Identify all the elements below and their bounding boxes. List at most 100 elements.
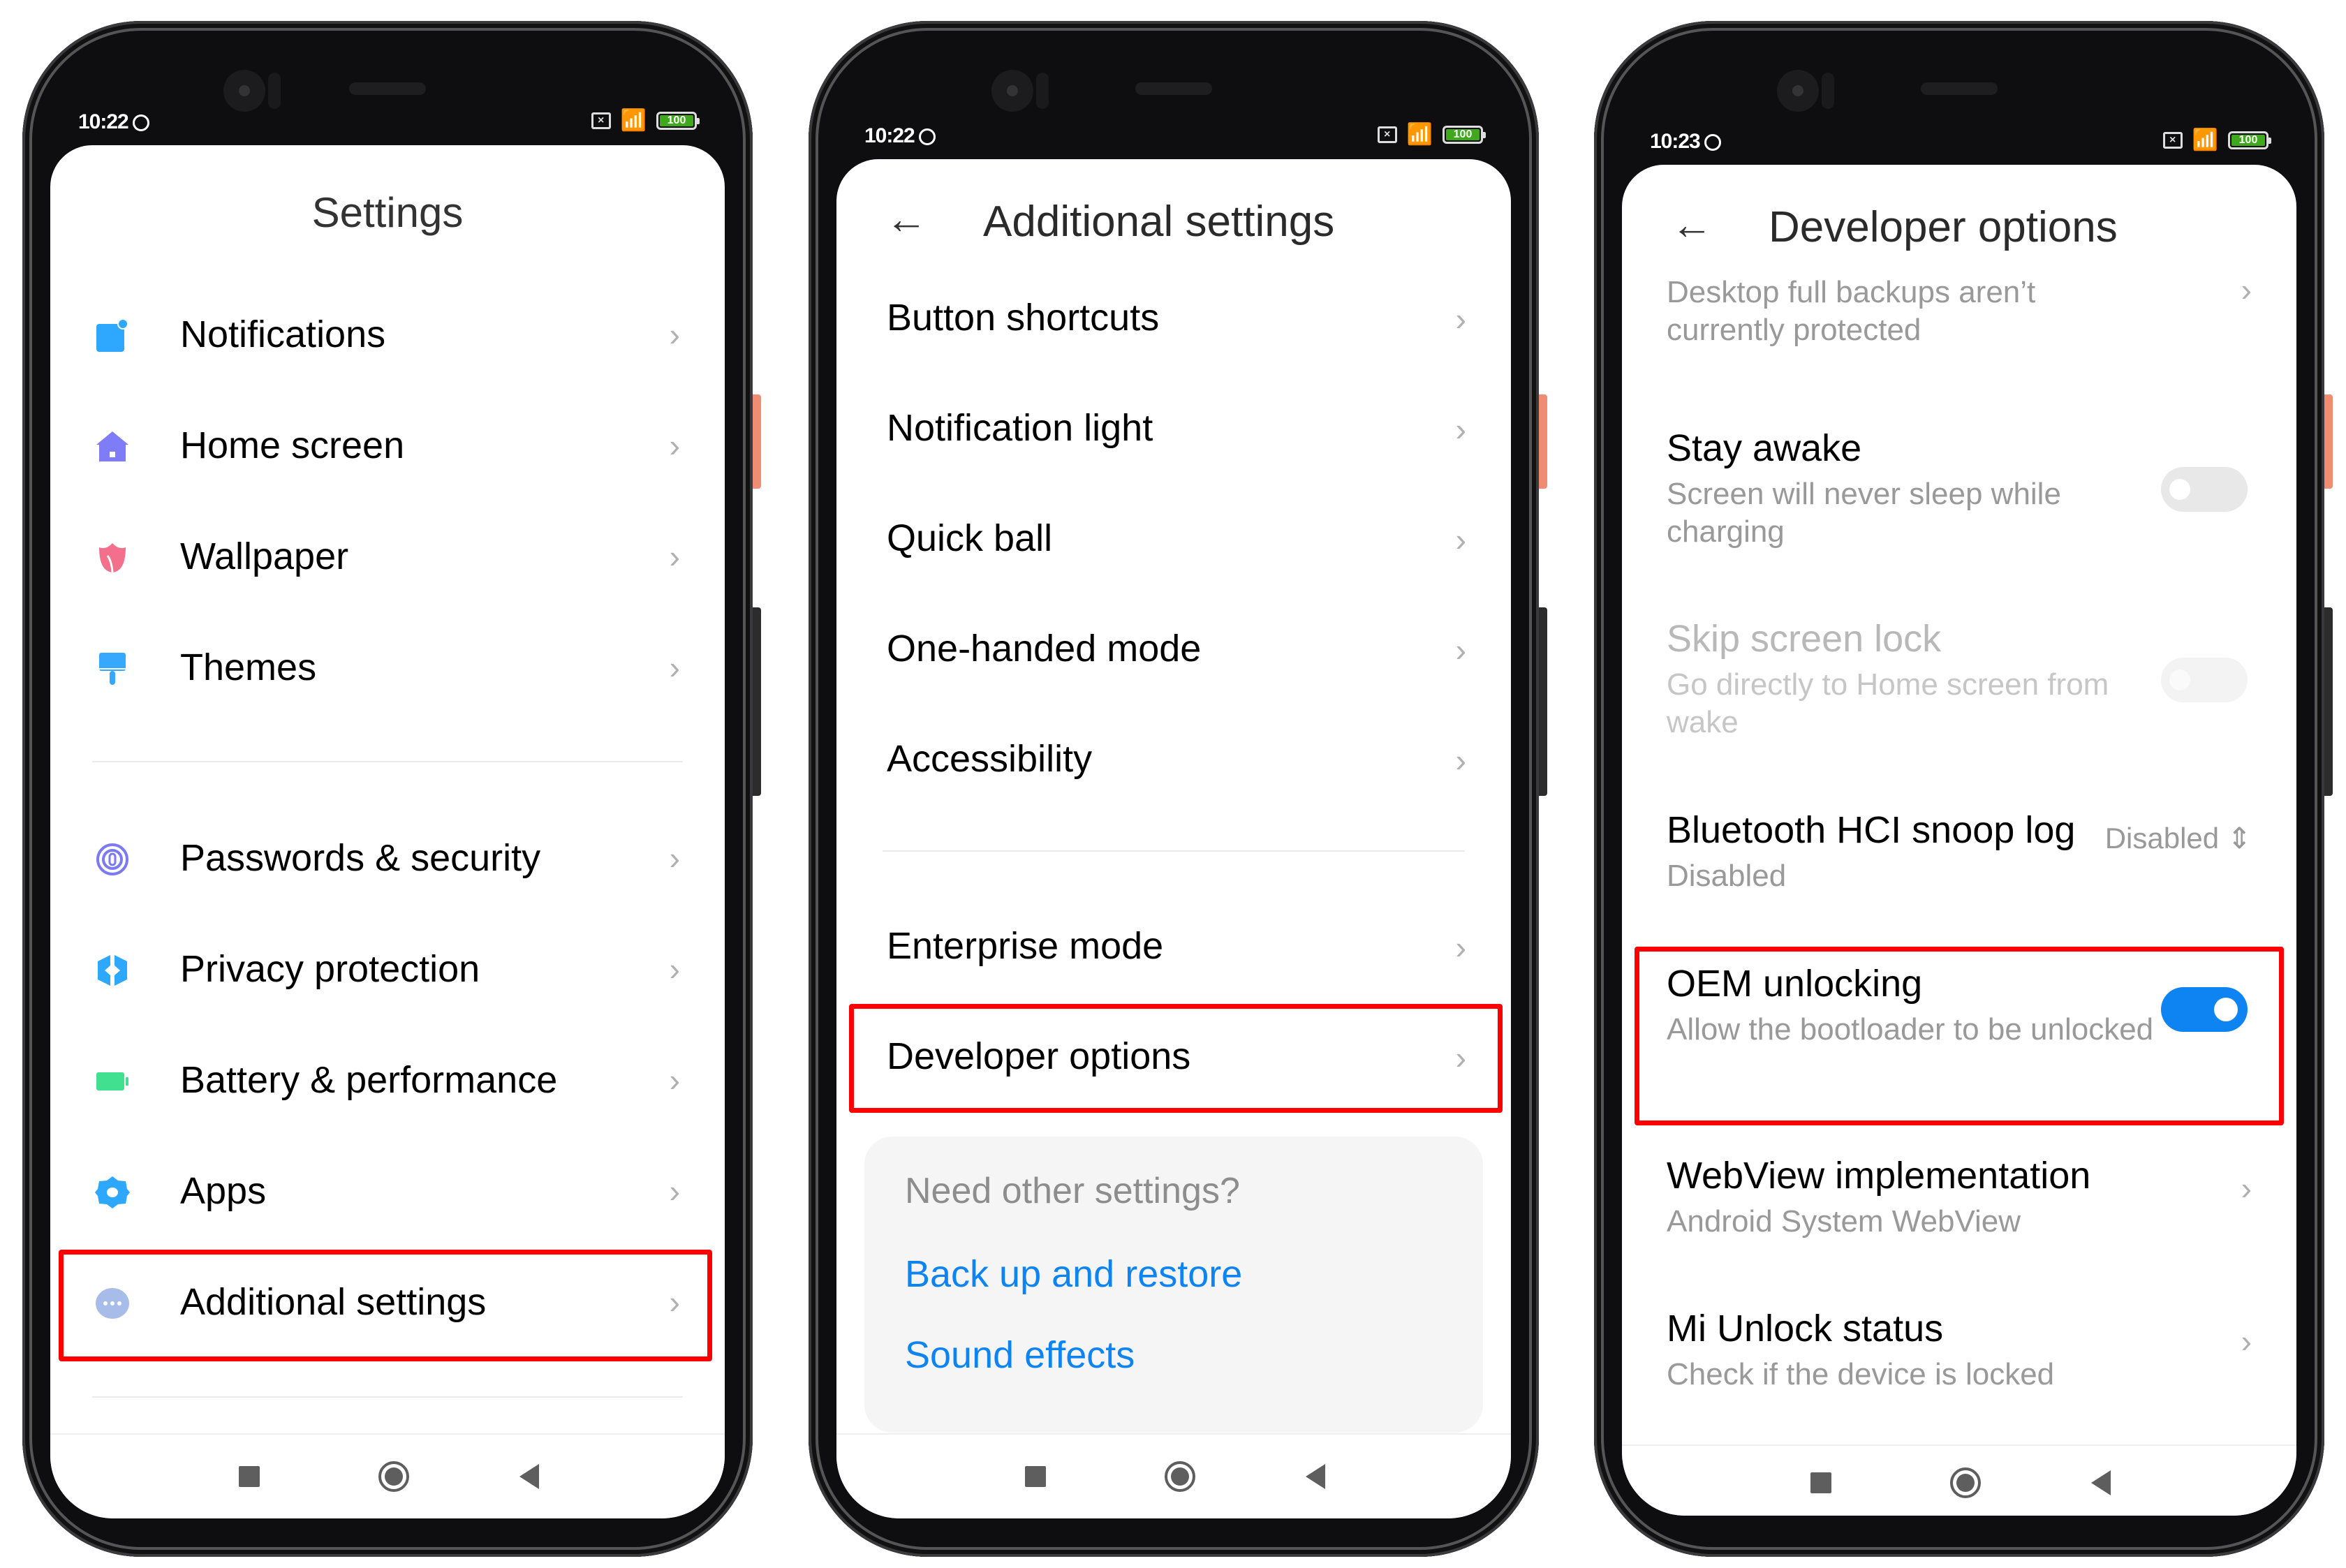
chevron-right-icon: › [669, 538, 680, 575]
chevron-right-icon: › [669, 649, 680, 686]
stay-awake-toggle[interactable] [2161, 467, 2248, 512]
chevron-right-icon: › [669, 951, 680, 987]
earpiece-speaker [1135, 82, 1212, 95]
volume-button [2324, 394, 2333, 489]
battery-icon: 100 [1443, 126, 1486, 144]
highlight-box [1635, 947, 2284, 1125]
dev-item-subtitle: Android System WebView [1667, 1204, 2021, 1238]
section-divider [883, 850, 1465, 852]
recents-button[interactable] [1810, 1472, 1831, 1493]
chevron-right-icon: › [669, 1062, 680, 1098]
status-time: 10:22 [864, 124, 915, 147]
up-down-chevron-icon: ⇕ [2227, 822, 2252, 855]
settings-item-label: Passwords & security [180, 837, 541, 879]
settings-item-themes[interactable]: Themes › [50, 615, 725, 720]
link-back-up-restore[interactable]: Back up and restore [905, 1252, 1242, 1296]
home-button[interactable] [1950, 1467, 1981, 1498]
proximity-sensor [1822, 73, 1834, 109]
fingerprint-icon [96, 843, 128, 875]
home-button[interactable] [1165, 1461, 1195, 1492]
front-camera [991, 70, 1033, 112]
settings-item-accessibility[interactable]: Accessibility › [836, 707, 1511, 811]
card-question: Need other settings? [905, 1171, 1240, 1211]
home-icon [96, 431, 128, 461]
battery-icon: 100 [656, 112, 700, 130]
chevron-right-icon: › [669, 427, 680, 464]
back-button[interactable] [2091, 1470, 2111, 1495]
page-title: Settings [311, 189, 464, 236]
settings-item-label: Accessibility [887, 738, 1093, 780]
snoop-log-dropdown[interactable]: Disabled ⇕ [2105, 821, 2252, 855]
settings-item-enterprise-mode[interactable]: Enterprise mode › [836, 894, 1511, 998]
home-button[interactable] [378, 1461, 409, 1492]
wifi-icon: 📶 [620, 109, 647, 132]
chevron-right-icon: › [1455, 522, 1466, 558]
settings-item-privacy-protection[interactable]: Privacy protection › [50, 917, 725, 1021]
dev-item-title: Bluetooth HCI snoop log [1667, 809, 2076, 851]
volume-button [1539, 394, 1547, 489]
link-sound-effects[interactable]: Sound effects [905, 1333, 1135, 1377]
recents-button[interactable] [239, 1466, 260, 1487]
settings-item-one-handed-mode[interactable]: One-handed mode › [836, 596, 1511, 701]
chevron-right-icon: › [1455, 632, 1466, 668]
status-bar: 10:22 × 📶 100 [22, 103, 753, 145]
settings-item-battery-performance[interactable]: Battery & performance › [50, 1028, 725, 1132]
chevron-right-icon: › [1455, 411, 1466, 448]
settings-item-apps[interactable]: Apps › [50, 1139, 725, 1243]
earpiece-speaker [349, 82, 426, 95]
wifi-icon: 📶 [2192, 128, 2218, 151]
section-divider [92, 761, 683, 762]
toggle-knob [2169, 670, 2190, 690]
sim-absent-icon: × [1377, 126, 1397, 143]
phone-settings: 10:22 × 📶 100 Settings Notifications › H… [22, 21, 761, 1557]
proximity-sensor [1036, 73, 1049, 109]
settings-item-notifications[interactable]: Notifications › [50, 282, 725, 387]
power-button [2324, 607, 2333, 796]
chevron-right-icon: › [2241, 1170, 2252, 1206]
settings-item-home-screen[interactable]: Home screen › [50, 393, 725, 498]
sim-absent-icon: × [591, 112, 611, 129]
settings-item-passwords-security[interactable]: Passwords & security › [50, 806, 725, 910]
dev-item-desktop-backup-password[interactable]: Desktop full backups aren’t currently pr… [1622, 272, 2296, 385]
dev-item-subtitle: Go directly to Home screen from wake [1667, 667, 2109, 739]
battery-level: 100 [1446, 129, 1480, 140]
notifications-icon [96, 318, 128, 352]
back-button[interactable] [1306, 1464, 1325, 1489]
highlight-box [59, 1250, 712, 1361]
tulip-icon [99, 543, 126, 573]
settings-item-label: Quick ball [887, 517, 1053, 559]
back-button[interactable] [519, 1464, 539, 1489]
battery-icon: 100 [2228, 131, 2271, 149]
dnd-icon [132, 114, 149, 131]
battery-icon [96, 1072, 128, 1090]
screen: Settings Notifications › Home screen › W… [50, 145, 725, 1518]
sim-absent-icon: × [2162, 132, 2183, 149]
dev-item-title: Stay awake [1667, 427, 1862, 469]
page-header: ← Additional settings [836, 184, 1511, 254]
recents-button[interactable] [1025, 1466, 1046, 1487]
settings-item-label: Home screen [180, 424, 405, 466]
back-arrow-icon[interactable]: ← [885, 198, 927, 240]
chevron-right-icon: › [1455, 929, 1466, 966]
dev-item-webview-implementation[interactable]: WebView implementation Android System We… [1622, 1154, 2296, 1259]
settings-item-quick-ball[interactable]: Quick ball › [836, 486, 1511, 591]
dev-item-title: Skip screen lock [1667, 618, 1942, 660]
dev-item-mi-unlock-status[interactable]: Mi Unlock status Check if the device is … [1622, 1307, 2296, 1412]
chevron-right-icon: › [669, 316, 680, 353]
settings-item-label: Notifications [180, 313, 386, 355]
dnd-icon [1704, 134, 1721, 151]
page-title: Developer options [1769, 203, 2118, 251]
dev-item-subtitle: Disabled [1667, 859, 1787, 893]
settings-item-wallpaper[interactable]: Wallpaper › [50, 504, 725, 609]
navigation-bar [50, 1433, 725, 1518]
gear-icon [95, 1176, 130, 1208]
dev-item-bluetooth-hci-snoop-log[interactable]: Bluetooth HCI snoop log Disabled Disable… [1622, 808, 2296, 913]
settings-item-button-shortcuts[interactable]: Button shortcuts › [836, 265, 1511, 370]
dev-item-stay-awake[interactable]: Stay awake Screen will never sleep while… [1622, 427, 2296, 566]
dev-item-title: Mi Unlock status [1667, 1308, 1944, 1349]
navigation-bar [836, 1433, 1511, 1518]
back-arrow-icon[interactable]: ← [1671, 204, 1713, 246]
settings-item-notification-light[interactable]: Notification light › [836, 376, 1511, 480]
dropdown-value: Disabled [2104, 822, 2220, 855]
status-bar: 10:22 × 📶 100 [809, 117, 1539, 159]
